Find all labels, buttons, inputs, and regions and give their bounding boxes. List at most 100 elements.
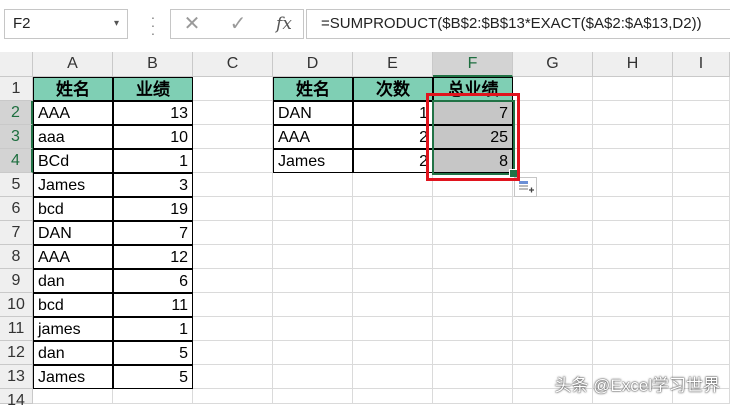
cell[interactable]	[433, 317, 513, 341]
source-value-cell[interactable]: 13	[113, 101, 193, 125]
source-name-cell[interactable]: james	[33, 317, 113, 341]
cell[interactable]	[193, 269, 273, 293]
cell[interactable]	[193, 77, 273, 101]
cell[interactable]	[353, 197, 433, 221]
cell[interactable]	[433, 197, 513, 221]
formula-input[interactable]: =SUMPRODUCT($B$2:$B$13*EXACT($A$2:$A$13,…	[306, 9, 730, 39]
cell[interactable]	[33, 389, 113, 404]
cell[interactable]	[353, 245, 433, 269]
column-header-c[interactable]: C	[193, 52, 273, 77]
cell[interactable]	[273, 269, 353, 293]
cell[interactable]	[513, 293, 593, 317]
cell[interactable]	[673, 101, 730, 125]
result-name-cell[interactable]: James	[273, 149, 353, 173]
result-name-cell[interactable]: AAA	[273, 125, 353, 149]
cell[interactable]	[673, 77, 730, 101]
row-header-1[interactable]: 1	[0, 77, 33, 101]
cell[interactable]	[593, 197, 673, 221]
cell[interactable]	[353, 293, 433, 317]
cell[interactable]	[193, 389, 273, 404]
cell[interactable]	[593, 221, 673, 245]
cell[interactable]	[433, 221, 513, 245]
row-header-12[interactable]: 12	[0, 341, 33, 365]
cell[interactable]	[433, 269, 513, 293]
cell[interactable]	[593, 293, 673, 317]
cell[interactable]	[433, 245, 513, 269]
cell[interactable]	[673, 245, 730, 269]
cell[interactable]	[593, 269, 673, 293]
source-name-cell[interactable]: BCd	[33, 149, 113, 173]
insert-function-icon[interactable]: fx	[269, 10, 299, 38]
cell[interactable]	[513, 245, 593, 269]
cell[interactable]	[513, 341, 593, 365]
cell[interactable]	[593, 77, 673, 101]
cell[interactable]	[673, 149, 730, 173]
cell[interactable]	[513, 77, 593, 101]
column-header-h[interactable]: H	[593, 52, 673, 77]
source-name-cell[interactable]: dan	[33, 269, 113, 293]
source-name-cell[interactable]: AAA	[33, 101, 113, 125]
row-header-8[interactable]: 8	[0, 245, 33, 269]
row-header-14[interactable]: 14	[0, 389, 33, 409]
cell[interactable]	[273, 317, 353, 341]
row-header-11[interactable]: 11	[0, 317, 33, 341]
source-value-cell[interactable]: 7	[113, 221, 193, 245]
cell[interactable]	[593, 173, 673, 197]
cell[interactable]	[673, 221, 730, 245]
cell[interactable]	[353, 365, 433, 389]
cell[interactable]	[673, 125, 730, 149]
row-header-4[interactable]: 4	[0, 149, 33, 173]
cell[interactable]	[193, 221, 273, 245]
cell[interactable]	[593, 341, 673, 365]
cell[interactable]	[513, 221, 593, 245]
result-count-cell[interactable]: 2	[353, 149, 433, 173]
cell[interactable]	[273, 341, 353, 365]
cell[interactable]	[433, 341, 513, 365]
cell[interactable]	[193, 317, 273, 341]
cell[interactable]	[673, 197, 730, 221]
cell[interactable]	[513, 317, 593, 341]
source-name-cell[interactable]: aaa	[33, 125, 113, 149]
cell[interactable]	[673, 341, 730, 365]
row-header-5[interactable]: 5	[0, 173, 33, 197]
cell[interactable]	[193, 245, 273, 269]
cell[interactable]	[433, 365, 513, 389]
result-header-cell[interactable]: 次数	[353, 77, 433, 101]
cell[interactable]	[353, 221, 433, 245]
cell[interactable]	[193, 197, 273, 221]
cell[interactable]	[353, 317, 433, 341]
cell[interactable]	[673, 269, 730, 293]
cell[interactable]	[593, 101, 673, 125]
column-header-a[interactable]: A	[33, 52, 113, 77]
source-value-cell[interactable]: 1	[113, 317, 193, 341]
cell[interactable]	[433, 389, 513, 404]
row-header-3[interactable]: 3	[0, 125, 33, 149]
source-value-cell[interactable]: 6	[113, 269, 193, 293]
cell[interactable]	[513, 125, 593, 149]
cell[interactable]	[273, 221, 353, 245]
cell[interactable]	[273, 365, 353, 389]
source-value-cell[interactable]: 11	[113, 293, 193, 317]
source-header-cell[interactable]: 姓名	[33, 77, 113, 101]
cancel-icon[interactable]: ✕	[177, 10, 207, 38]
cell[interactable]	[513, 269, 593, 293]
source-name-cell[interactable]: DAN	[33, 221, 113, 245]
column-header-f[interactable]: F	[433, 52, 513, 77]
cell[interactable]	[193, 149, 273, 173]
column-header-g[interactable]: G	[513, 52, 593, 77]
source-name-cell[interactable]: James	[33, 173, 113, 197]
cell[interactable]	[353, 173, 433, 197]
cell[interactable]	[513, 149, 593, 173]
cell[interactable]	[273, 197, 353, 221]
row-header-7[interactable]: 7	[0, 221, 33, 245]
name-box[interactable]: F2 ▾	[4, 9, 128, 39]
row-header-9[interactable]: 9	[0, 269, 33, 293]
source-value-cell[interactable]: 5	[113, 341, 193, 365]
column-header-b[interactable]: B	[113, 52, 193, 77]
cell[interactable]	[273, 173, 353, 197]
cell[interactable]	[433, 293, 513, 317]
result-header-cell[interactable]: 姓名	[273, 77, 353, 101]
cell[interactable]	[273, 245, 353, 269]
column-header-i[interactable]: I	[673, 52, 730, 77]
cell[interactable]	[193, 101, 273, 125]
